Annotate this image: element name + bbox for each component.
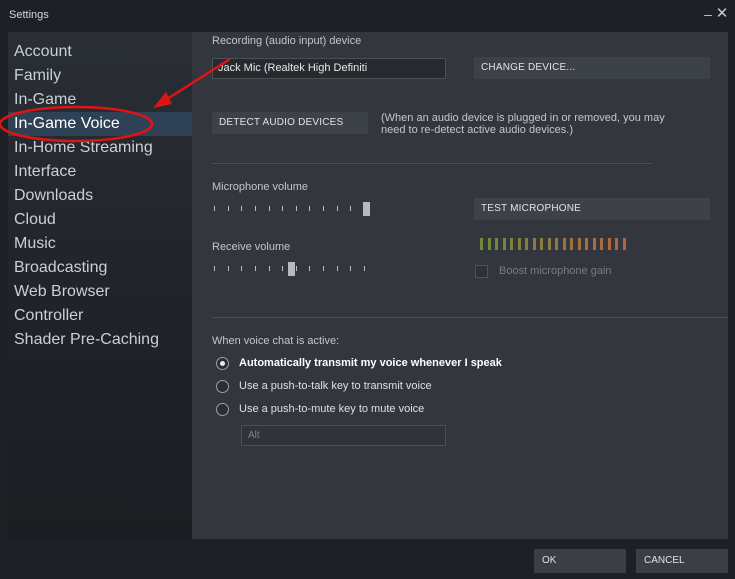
sidebar-item-in-home-streaming[interactable]: In-Home Streaming [8, 136, 192, 160]
slider-tick [214, 206, 215, 211]
meter-segment [555, 238, 558, 250]
auto-transmit-label[interactable]: Automatically transmit my voice whenever… [239, 357, 502, 369]
microphone-volume-slider[interactable] [214, 202, 379, 216]
receive-volume-slider[interactable] [214, 262, 379, 276]
boost-gain-label: Boost microphone gain [499, 265, 612, 277]
meter-segment [502, 238, 506, 250]
change-device-button[interactable]: CHANGE DEVICE... [474, 57, 710, 79]
meter-segment [517, 238, 521, 250]
sidebar-item-family[interactable]: Family [8, 64, 192, 88]
voice-active-label: When voice chat is active: [212, 335, 340, 347]
receive-volume-label: Receive volume [212, 241, 291, 253]
push-to-talk-radio[interactable] [216, 380, 229, 393]
push-to-mute-label[interactable]: Use a push-to-mute key to mute voice [239, 403, 424, 415]
slider-tick [309, 266, 311, 271]
meter-segment [600, 238, 603, 250]
slider-tick [309, 206, 311, 211]
slider-tick [254, 266, 256, 271]
meter-segment [547, 238, 551, 250]
slider-tick [241, 266, 243, 271]
meter-segment [607, 238, 611, 250]
sidebar-item-broadcasting[interactable]: Broadcasting [8, 256, 192, 280]
detect-audio-devices-button[interactable]: DETECT AUDIO DEVICES [212, 112, 368, 134]
slider-tick [254, 206, 256, 211]
sidebar-item-controller[interactable]: Controller [8, 304, 192, 328]
meter-segment [525, 238, 528, 250]
sidebar-item-interface[interactable]: Interface [8, 160, 192, 184]
meter-segment [532, 238, 536, 250]
cancel-button[interactable]: CANCEL [636, 549, 728, 573]
auto-transmit-radio[interactable] [216, 357, 229, 370]
title-bar[interactable]: Settings – ✕ [0, 0, 735, 32]
sidebar-item-in-game-voice[interactable]: In-Game Voice [8, 112, 192, 136]
meter-segment [570, 238, 573, 250]
slider-tick [268, 266, 270, 271]
boost-gain-checkbox[interactable] [475, 265, 488, 278]
close-icon[interactable]: ✕ [714, 6, 730, 22]
detect-note-line-1: (When an audio device is plugged in or r… [381, 112, 665, 124]
meter-segment [622, 238, 626, 250]
slider-tick [282, 206, 284, 211]
ok-button[interactable]: OK [534, 549, 626, 573]
window-title: Settings [9, 9, 49, 21]
meter-segment [562, 238, 566, 250]
slider-knob[interactable] [363, 202, 370, 216]
slider-tick [350, 206, 352, 211]
voice-settings-panel: Recording (audio input) device Jack Mic … [192, 32, 728, 539]
slider-tick [336, 206, 338, 211]
sidebar-item-web-browser[interactable]: Web Browser [8, 280, 192, 304]
microphone-volume-label: Microphone volume [212, 181, 308, 193]
sidebar-item-cloud[interactable]: Cloud [8, 208, 192, 232]
slider-tick [336, 266, 338, 271]
slider-tick [323, 266, 325, 271]
sidebar-item-downloads[interactable]: Downloads [8, 184, 192, 208]
divider [212, 317, 728, 318]
settings-window: Settings – ✕ Account Family In-Game In-G… [0, 0, 735, 579]
sidebar-item-shader-pre-caching[interactable]: Shader Pre-Caching [8, 328, 192, 352]
detect-note-line-2: need to re-detect active audio devices.) [381, 124, 574, 136]
slider-tick [268, 206, 270, 211]
meter-segment [540, 238, 543, 250]
slider-tick [282, 266, 284, 271]
slider-knob[interactable] [288, 262, 295, 276]
slider-tick [214, 266, 215, 271]
recording-device-label: Recording (audio input) device [212, 35, 362, 47]
push-to-talk-label[interactable]: Use a push-to-talk key to transmit voice [239, 380, 432, 392]
detect-devices-note: (When an audio device is plugged in or r… [381, 112, 665, 136]
slider-tick [295, 206, 297, 211]
meter-segment [577, 238, 581, 250]
recording-device-field[interactable]: Jack Mic (Realtek High Definiti [212, 58, 446, 79]
meter-segment [615, 238, 618, 250]
slider-tick [295, 266, 297, 271]
meter-segment [480, 238, 483, 250]
slider-tick [350, 266, 352, 271]
slider-tick [241, 206, 243, 211]
slider-tick [227, 206, 229, 211]
slider-tick [323, 206, 325, 211]
meter-segment [487, 238, 491, 250]
slider-tick [227, 266, 229, 271]
meter-segment [510, 238, 513, 250]
push-to-mute-radio[interactable] [216, 403, 229, 416]
slider-tick [364, 266, 365, 271]
sidebar-item-in-game[interactable]: In-Game [8, 88, 192, 112]
settings-sidebar: Account Family In-Game In-Game Voice In-… [8, 32, 192, 539]
sidebar-item-account[interactable]: Account [8, 40, 192, 64]
divider [212, 163, 652, 164]
meter-segment [585, 238, 588, 250]
hotkey-field[interactable]: Alt [241, 425, 446, 446]
meter-segment [592, 238, 596, 250]
sidebar-item-music[interactable]: Music [8, 232, 192, 256]
meter-segment [495, 238, 498, 250]
test-microphone-button[interactable]: TEST MICROPHONE [474, 198, 710, 220]
